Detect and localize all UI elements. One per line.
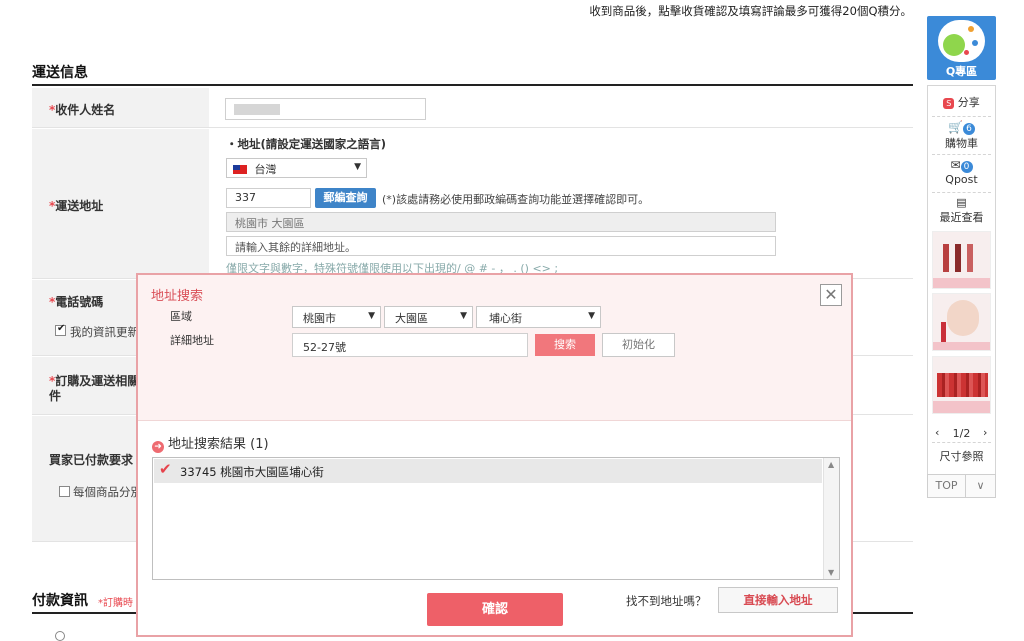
country-value: 台灣: [254, 163, 277, 176]
confirm-button[interactable]: 確認: [427, 593, 563, 626]
cant-find-text: 找不到地址嗎？: [626, 594, 707, 608]
list-item[interactable]: ✔ 33745 桃園市大園區埔心街: [154, 459, 822, 483]
zip-lookup-button[interactable]: 郵編查詢: [315, 188, 376, 208]
section-divider: [32, 84, 913, 86]
chevron-down-icon[interactable]: ∨: [966, 475, 995, 497]
qpost-button[interactable]: ✉ 0 Qpost: [928, 158, 995, 186]
order-label-line2: 件: [49, 389, 62, 403]
city-district-field: 桃園市 大園區: [226, 212, 776, 232]
size-guide-button[interactable]: 尺寸參照: [928, 448, 995, 464]
chevron-down-icon: ▼: [588, 311, 595, 321]
country-select[interactable]: 台灣 ▼: [226, 158, 367, 178]
payment-radio[interactable]: [55, 631, 65, 641]
address-row: *運送地址 ・地址(請設定運送國家之語言) 台灣 ▼ 337 郵編查詢 (*)該…: [32, 129, 913, 279]
qzone-button[interactable]: Q專區: [927, 16, 996, 80]
blurred-name: [234, 104, 280, 115]
cart-count-badge: 6: [962, 123, 975, 135]
chevron-down-icon: ▼: [368, 311, 375, 321]
zip-note: (*)該處請務必使用郵政編碼查詢功能並選擇確認即可。: [382, 193, 650, 206]
checkmark-icon: ✔: [159, 460, 172, 478]
detail-address-input[interactable]: 請輸入其餘的詳細地址。: [226, 236, 776, 256]
address-search-modal: 地址搜索 ✕ 區域 詳細地址 桃園市 ▼ 大園區 ▼ 埔心街 ▼ 52-27號 …: [136, 273, 853, 637]
recent-product-thumbnail[interactable]: [932, 293, 991, 351]
close-icon[interactable]: ✕: [820, 284, 842, 306]
recipient-name-input[interactable]: [225, 98, 426, 120]
share-button[interactable]: S 分享: [928, 94, 995, 110]
address-label-cell: *運送地址: [32, 129, 209, 278]
modal-search-panel: 地址搜索 ✕ 區域 詳細地址 桃園市 ▼ 大園區 ▼ 埔心街 ▼ 52-27號 …: [138, 275, 851, 421]
shipping-section-title: 運送信息: [32, 65, 88, 81]
each-item-label: 每個商品分別: [73, 485, 142, 499]
cart-label: 購物車: [945, 137, 978, 150]
direct-input-button[interactable]: 直接輸入地址: [718, 587, 838, 613]
order-label: 訂購及運送相關: [55, 374, 140, 388]
region-label: 區域: [170, 310, 192, 323]
each-item-checkbox[interactable]: [59, 486, 70, 497]
recent-label: 最近查看: [939, 211, 984, 224]
results-heading: ➜ 地址搜索結果 (1): [152, 433, 269, 453]
city-value: 桃園市: [303, 312, 336, 325]
paid-request-label: 買家已付款要求: [49, 453, 134, 467]
cart-icon: 🛒: [948, 120, 963, 134]
update-info-label: 我的資訊更新: [70, 325, 139, 339]
scroll-up-icon[interactable]: ▲: [828, 460, 834, 469]
share-label: 分享: [957, 96, 980, 109]
recent-product-thumbnail[interactable]: [932, 231, 991, 289]
payment-section-title: 付款資訊: [32, 593, 88, 609]
qzone-label: Q專區: [945, 65, 978, 78]
recent-button[interactable]: ▤ 最近查看: [928, 196, 995, 225]
cart-button[interactable]: 🛒 6 購物車: [928, 120, 995, 151]
result-text: 33745 桃園市大園區埔心街: [180, 465, 324, 479]
sidebar-panel: S 分享 🛒 6 購物車 ✉ 0 Qpost ▤ 最近查看 ‹ 1/2 › 尺寸…: [927, 85, 996, 480]
chevron-right-icon[interactable]: ›: [983, 426, 987, 439]
arrow-right-icon: ➜: [152, 441, 164, 453]
top-button[interactable]: TOP: [928, 475, 966, 497]
checkmark-icon: ✔: [57, 323, 66, 334]
detail-address-label: 詳細地址: [170, 334, 214, 347]
recipient-label-cell: *收件人姓名: [32, 88, 209, 127]
mascot-icon: [943, 34, 965, 56]
scroll-down-icon[interactable]: ▼: [828, 568, 834, 577]
address-label: 運送地址: [55, 199, 104, 213]
taiwan-flag-icon: [233, 165, 247, 174]
share-icon: S: [943, 98, 955, 109]
modal-title: 地址搜索: [151, 289, 204, 304]
recipient-label: 收件人姓名: [55, 103, 116, 117]
district-select[interactable]: 大園區 ▼: [384, 306, 473, 328]
recipient-row: *收件人姓名: [32, 88, 913, 128]
results-list: ✔ 33745 桃園市大園區埔心街 ▲ ▼: [152, 457, 840, 580]
reward-notice: 收到商品後，點擊收貨確認及填寫評論最多可獲得20個Q積分。: [589, 4, 912, 18]
results-scrollbar[interactable]: ▲ ▼: [823, 458, 839, 579]
reset-button[interactable]: 初始化: [602, 333, 675, 357]
results-title: 地址搜索結果 (1): [168, 437, 269, 452]
modal-detail-input[interactable]: 52-27號: [292, 333, 528, 357]
qpost-label: Qpost: [945, 173, 978, 186]
address-subtitle: ・地址(請設定運送國家之語言): [226, 137, 387, 151]
street-select[interactable]: 埔心街 ▼: [476, 306, 601, 328]
qpost-count-badge: 0: [960, 161, 973, 173]
scroll-top-control: TOP ∨: [927, 474, 996, 498]
city-select[interactable]: 桃園市 ▼: [292, 306, 381, 328]
mail-icon: ✉: [950, 158, 961, 172]
update-info-checkbox[interactable]: ✔: [55, 323, 66, 336]
payment-subtitle: *訂購時: [98, 598, 133, 609]
document-icon: ▤: [956, 196, 967, 209]
chevron-down-icon: ▼: [460, 311, 467, 321]
district-value: 大園區: [395, 312, 428, 325]
recent-product-thumbnail[interactable]: [932, 356, 991, 414]
search-button[interactable]: 搜索: [535, 334, 595, 356]
phone-label: 電話號碼: [55, 295, 104, 309]
zip-input[interactable]: 337: [226, 188, 311, 208]
chevron-down-icon: ▼: [354, 162, 361, 172]
street-value: 埔心街: [489, 312, 522, 325]
